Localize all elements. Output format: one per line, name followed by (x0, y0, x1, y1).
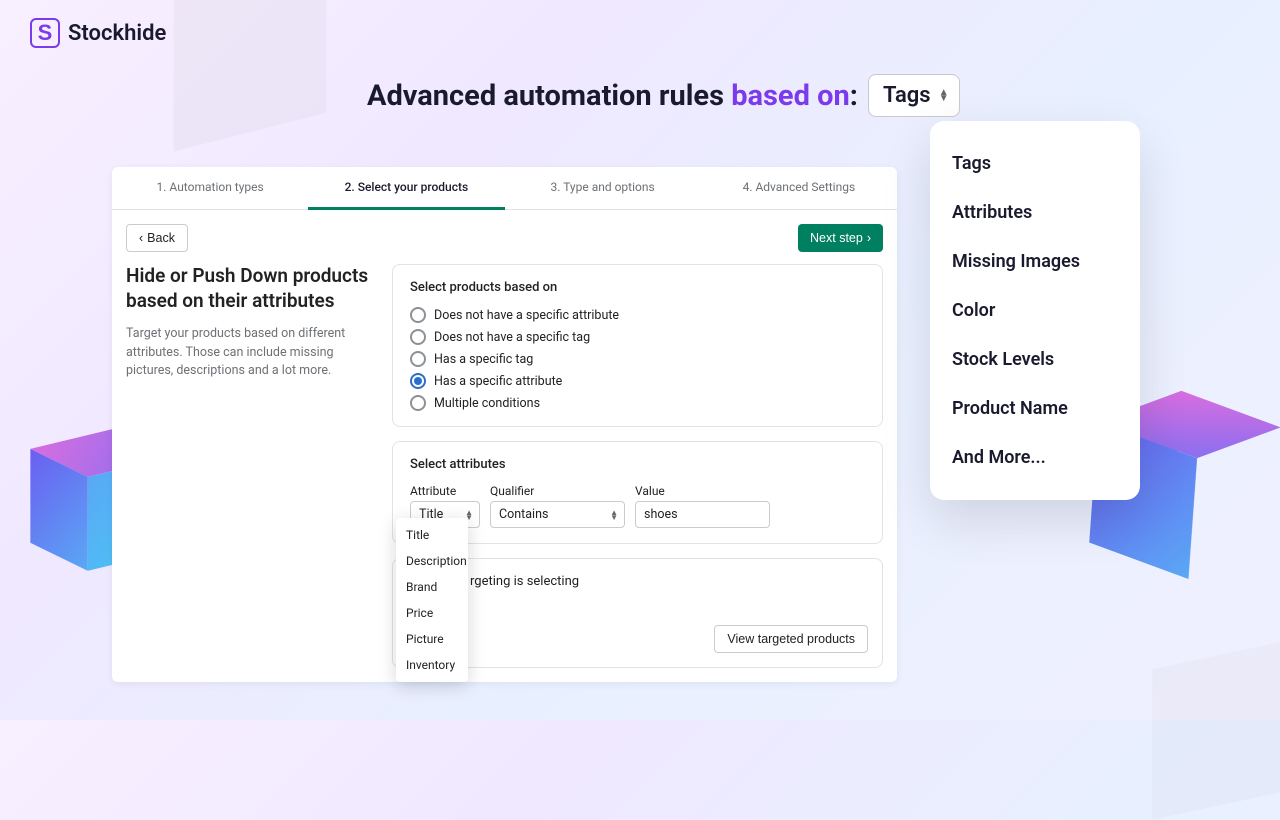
tab-select-products[interactable]: 2. Select your products (308, 167, 504, 210)
radio-label: Has a specific attribute (434, 374, 562, 389)
headline: Advanced automation rules based on: Tags… (367, 74, 960, 117)
basis-select[interactable]: Tags ▲▼ (868, 74, 960, 117)
basis-option-tags[interactable]: Tags (930, 139, 1140, 188)
select-attributes-title: Select attributes (410, 457, 865, 472)
logo-text: Stockhide (68, 21, 166, 46)
tab-type-options[interactable]: 3. Type and options (505, 167, 701, 209)
radio-icon (410, 373, 426, 389)
tab-advanced-settings[interactable]: 4. Advanced Settings (701, 167, 897, 209)
radio-has-tag[interactable]: Has a specific tag (410, 351, 865, 367)
radio-has-attribute[interactable]: Has a specific attribute (410, 373, 865, 389)
qualifier-label: Qualifier (490, 484, 625, 498)
radio-label: Has a specific tag (434, 352, 533, 367)
basis-dropdown-menu: Tags Attributes Missing Images Color Sto… (930, 121, 1140, 500)
attr-option-inventory[interactable]: Inventory (396, 652, 468, 678)
wizard-tabs: 1. Automation types 2. Select your produ… (112, 167, 897, 210)
section-title: Hide or Push Down products based on thei… (126, 264, 376, 313)
headline-prefix: Advanced automation rules (367, 79, 731, 113)
value-label: Value (635, 484, 770, 498)
qualifier-select[interactable]: Contains ▲▼ (490, 501, 625, 528)
radio-icon (410, 351, 426, 367)
value-text: shoes (644, 507, 678, 522)
attr-option-title[interactable]: Title (396, 522, 468, 548)
basis-option-color[interactable]: Color (930, 286, 1140, 335)
attr-option-description[interactable]: Description (396, 548, 468, 574)
logo-icon: S (30, 18, 60, 48)
basis-radio-group: Does not have a specific attribute Does … (410, 307, 865, 411)
updown-icon: ▲▼ (939, 90, 949, 102)
radio-no-attribute[interactable]: Does not have a specific attribute (410, 307, 865, 323)
next-step-button[interactable]: Next step › (798, 224, 883, 252)
updown-icon: ▲▼ (610, 510, 618, 520)
targeting-text-fragment: rgeting is selecting (410, 574, 865, 589)
chevron-left-icon: ‹ (139, 231, 143, 245)
radio-label: Does not have a specific tag (434, 330, 590, 345)
radio-no-tag[interactable]: Does not have a specific tag (410, 329, 865, 345)
value-input[interactable]: shoes (635, 501, 770, 528)
back-button[interactable]: ‹ Back (126, 224, 188, 252)
attr-option-brand[interactable]: Brand (396, 574, 468, 600)
radio-icon (410, 329, 426, 345)
view-btn-label: View targeted products (727, 632, 855, 646)
attr-option-price[interactable]: Price (396, 600, 468, 626)
view-targeted-products-button[interactable]: View targeted products (714, 625, 868, 653)
basis-select-value: Tags (883, 83, 931, 108)
radio-multiple-conditions[interactable]: Multiple conditions (410, 395, 865, 411)
radio-label: Multiple conditions (434, 396, 540, 411)
radio-icon (410, 395, 426, 411)
radio-icon (410, 307, 426, 323)
back-label: Back (147, 231, 175, 245)
headline-accent: based on (731, 79, 850, 113)
radio-label: Does not have a specific attribute (434, 308, 619, 323)
basis-option-attributes[interactable]: Attributes (930, 188, 1140, 237)
headline-suffix: : (850, 79, 858, 113)
next-label: Next step (810, 231, 863, 245)
chevron-right-icon: › (867, 231, 871, 245)
wizard-panel: 1. Automation types 2. Select your produ… (112, 167, 897, 682)
attr-option-picture[interactable]: Picture (396, 626, 468, 652)
attribute-dropdown-menu: Title Description Brand Price Picture In… (396, 518, 468, 682)
select-basis-card: Select products based on Does not have a… (392, 264, 883, 427)
select-basis-title: Select products based on (410, 280, 865, 295)
basis-option-missing-images[interactable]: Missing Images (930, 237, 1140, 286)
attribute-label: Attribute (410, 484, 480, 498)
section-description: Target your products based on different … (126, 325, 376, 379)
qualifier-value: Contains (499, 507, 548, 522)
basis-option-more[interactable]: And More... (930, 433, 1140, 482)
tab-automation-types[interactable]: 1. Automation types (112, 167, 308, 209)
basis-option-product-name[interactable]: Product Name (930, 384, 1140, 433)
app-logo: S Stockhide (30, 18, 166, 48)
basis-option-stock-levels[interactable]: Stock Levels (930, 335, 1140, 384)
